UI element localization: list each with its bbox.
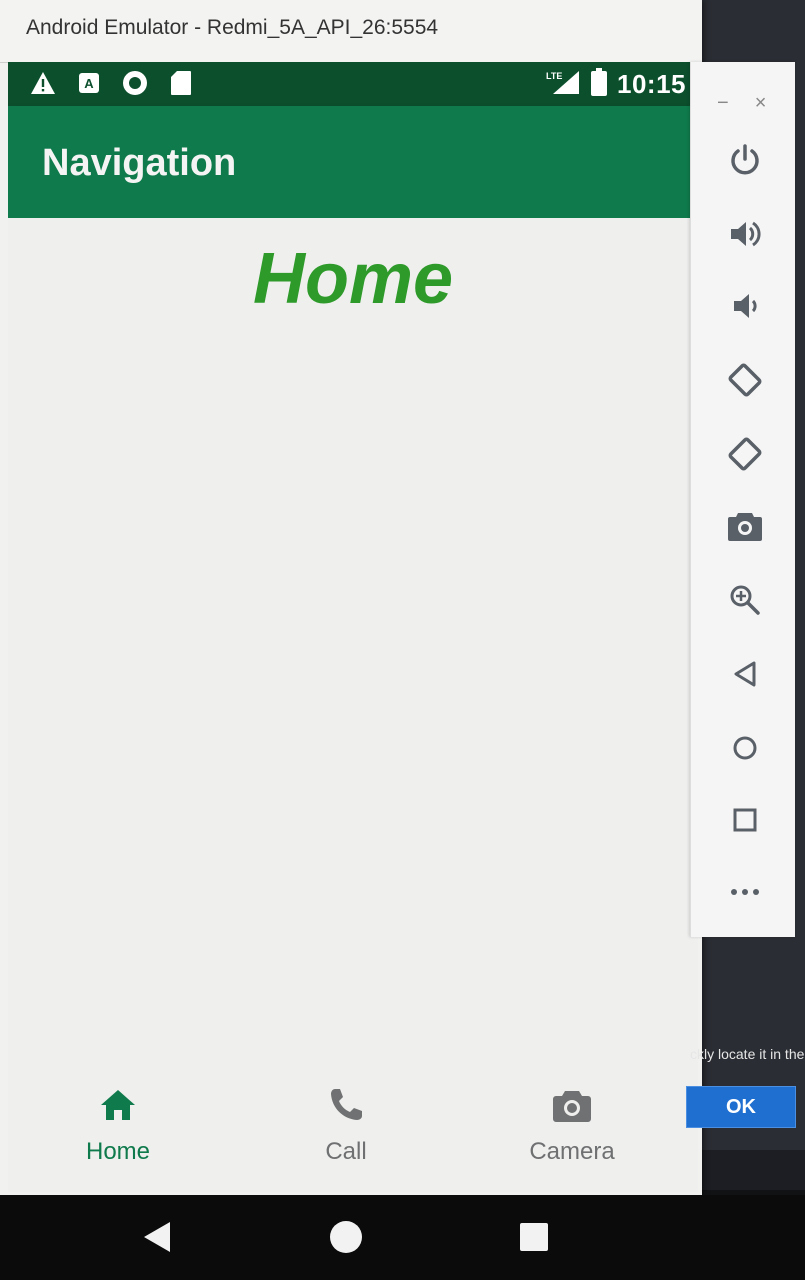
- nav-item-home[interactable]: Home: [38, 1084, 198, 1166]
- sd-card-icon: [168, 70, 194, 96]
- phone-screen: A LTE 10:15 Navigation Home Home Call Ca…: [8, 62, 698, 1192]
- a-notification-icon: A: [76, 70, 102, 96]
- main-content: Home: [8, 218, 698, 1088]
- system-recents-button[interactable]: [514, 1217, 554, 1257]
- minimize-button[interactable]: −: [717, 92, 729, 115]
- volume-up-icon: [731, 221, 761, 247]
- warning-icon: [30, 70, 56, 96]
- home-button[interactable]: [723, 726, 767, 770]
- close-button[interactable]: ×: [755, 92, 767, 115]
- emulator-side-toolbar: − ×: [690, 62, 795, 937]
- nav-item-camera[interactable]: Camera: [492, 1084, 652, 1166]
- svg-text:LTE: LTE: [546, 71, 562, 81]
- ok-button[interactable]: OK: [686, 1086, 796, 1128]
- system-navigation-bar: [0, 1195, 805, 1280]
- page-heading: Home: [252, 239, 454, 319]
- nav-label-home: Home: [85, 1138, 151, 1165]
- app-title: Navigation: [42, 142, 237, 184]
- nav-label-call: Call: [325, 1138, 367, 1165]
- background-hint-text: ckly locate it in the: [690, 1046, 805, 1062]
- rotate-left-button[interactable]: [723, 358, 767, 402]
- more-button[interactable]: [723, 870, 767, 914]
- volume-up-button[interactable]: [723, 212, 767, 256]
- window-title: Android Emulator - Redmi_5A_API_26:5554: [26, 16, 439, 39]
- rotate-right-icon: [728, 437, 762, 471]
- power-button[interactable]: [723, 138, 767, 182]
- phone-icon: [266, 1084, 426, 1126]
- volume-down-button[interactable]: [723, 284, 767, 328]
- rotate-left-icon: [728, 363, 762, 397]
- nav-item-call[interactable]: Call: [266, 1084, 426, 1166]
- recents-square-icon: [520, 1223, 548, 1251]
- back-icon: [144, 1222, 170, 1252]
- more-icon: [731, 889, 759, 895]
- screenshot-icon: [728, 513, 762, 541]
- toolbar-window-controls: − ×: [717, 92, 766, 115]
- svg-text:A: A: [84, 76, 94, 91]
- status-clock: 10:15: [617, 69, 686, 99]
- battery-icon: [591, 68, 607, 101]
- notification-icons: A: [30, 70, 194, 96]
- zoom-icon: [730, 585, 760, 615]
- app-toolbar: Navigation: [8, 106, 698, 218]
- system-home-button[interactable]: [326, 1217, 366, 1257]
- home-icon: [733, 736, 757, 760]
- home-circle-icon: [330, 1221, 362, 1253]
- system-back-button[interactable]: [136, 1217, 176, 1257]
- bottom-navigation: Home Call Camera: [8, 1072, 698, 1192]
- volume-down-icon: [734, 294, 757, 318]
- emulator-window: Android Emulator - Redmi_5A_API_26:5554 …: [0, 0, 702, 1195]
- lte-signal-icon: LTE: [545, 69, 581, 100]
- screenshot-button[interactable]: [723, 504, 767, 548]
- record-icon: [122, 70, 148, 96]
- overview-icon: [733, 808, 757, 832]
- overview-button[interactable]: [723, 798, 767, 842]
- nav-label-camera: Camera: [529, 1138, 615, 1165]
- power-icon: [731, 144, 759, 175]
- home-icon: [38, 1084, 198, 1126]
- back-button[interactable]: [723, 652, 767, 696]
- camera-icon: [492, 1084, 652, 1126]
- status-indicators: LTE 10:15: [545, 68, 686, 101]
- status-bar: A LTE 10:15: [8, 62, 698, 106]
- back-icon: [734, 661, 756, 687]
- zoom-button[interactable]: [723, 578, 767, 622]
- rotate-right-button[interactable]: [723, 432, 767, 476]
- emulator-title-bar[interactable]: Android Emulator - Redmi_5A_API_26:5554: [0, 0, 702, 63]
